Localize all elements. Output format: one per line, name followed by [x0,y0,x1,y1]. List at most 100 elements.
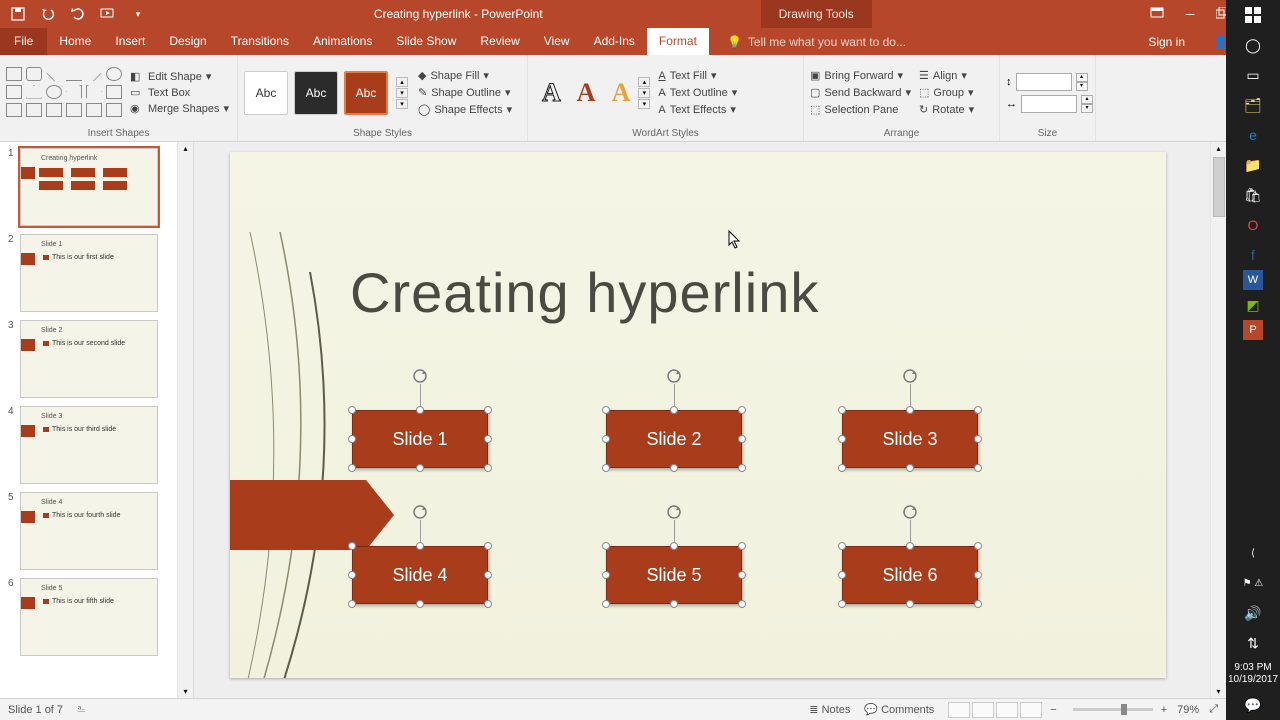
facebook-icon[interactable]: f [1226,240,1280,270]
slideshow-view-button[interactable] [1020,702,1042,718]
edit-shape-button[interactable]: ◧Edit Shape ▾ [130,70,229,84]
thumbnail-row[interactable]: 5Slide 4This is our fourth slide [0,486,193,572]
shape-rect[interactable]: Slide 1 [352,410,488,468]
notes-button[interactable]: ≣ Notes [809,703,850,716]
height-input[interactable] [1016,73,1072,91]
tab-home[interactable]: Home [47,28,103,55]
thumbnail[interactable]: Slide 4This is our fourth slide [20,492,158,570]
scroll-down-icon[interactable]: ▾ [181,685,189,698]
thumbnail[interactable]: Slide 2This is our second slide [20,320,158,398]
scroll-up-icon[interactable]: ▴ [181,142,189,155]
show-hidden-icon[interactable]: ⟨ [1226,538,1280,568]
slide-shape[interactable]: Slide 4 [352,546,488,604]
scroll-down-icon[interactable]: ▾ [1214,685,1222,698]
zoom-level[interactable]: 79% [1177,704,1199,716]
task-view-icon[interactable]: ▭ [1226,60,1280,90]
rotate-handle[interactable] [666,368,682,384]
undo-icon[interactable] [40,6,56,22]
qat-more-icon[interactable]: ▾ [130,6,146,22]
spin-down-icon[interactable]: ▾ [1081,104,1093,113]
canvas-scrollbar[interactable]: ▴ ▾ [1210,142,1226,698]
file-explorer-icon[interactable]: 🗂 [1226,90,1280,120]
scroll-up-icon[interactable]: ▴ [1214,142,1222,155]
thumbnail-row[interactable]: 4Slide 3This is our third slide [0,400,193,486]
sorter-view-button[interactable] [972,702,994,718]
slide-canvas[interactable]: Creating hyperlink Slide 1Slide 2Slide 3… [230,152,1166,678]
gallery-down-icon[interactable]: ▾ [638,88,650,98]
reading-view-button[interactable] [996,702,1018,718]
volume-icon[interactable]: 🔊 [1226,598,1280,628]
gallery-down-icon[interactable]: ▾ [396,88,408,98]
text-fill-button[interactable]: AText Fill ▾ [658,67,737,84]
slide-shape[interactable]: Slide 2 [606,410,742,468]
shape-outline-button[interactable]: ✎Shape Outline ▾ [418,84,512,101]
wordart-style-2[interactable]: A [569,74,604,112]
spellcheck-icon[interactable]: ⎁ [77,703,86,716]
shapes-gallery[interactable] [6,67,124,119]
selection-pane-button[interactable]: ⬚Selection Pane [810,101,911,118]
signin-button[interactable]: Sign in [1134,35,1199,49]
save-icon[interactable] [10,6,26,22]
thumbnail[interactable]: Slide 3This is our third slide [20,406,158,484]
wordart-style-1[interactable]: A [534,74,569,112]
thumbnail[interactable]: Creating hyperlink [20,148,158,226]
shape-rect[interactable]: Slide 2 [606,410,742,468]
start-icon[interactable] [1226,0,1280,30]
tab-insert[interactable]: Insert [103,28,157,55]
thumbnail-row[interactable]: 6Slide 5This is our fifth slide [0,572,193,658]
rotate-handle[interactable] [666,504,682,520]
explorer-folder-icon[interactable]: 📁 [1226,150,1280,180]
tab-slide-show[interactable]: Slide Show [384,28,468,55]
thumbnail[interactable]: Slide 1This is our first slide [20,234,158,312]
rotate-handle[interactable] [412,368,428,384]
text-effects-button[interactable]: AText Effects ▾ [658,101,737,118]
slide-shape[interactable]: Slide 3 [842,410,978,468]
tab-file[interactable]: File [0,28,47,55]
start-from-beginning-icon[interactable] [100,6,116,22]
wordart-style-3[interactable]: A [604,74,639,112]
tab-design[interactable]: Design [157,28,218,55]
spin-down-icon[interactable]: ▾ [1076,82,1088,91]
bring-forward-button[interactable]: ▣Bring Forward ▾ [810,67,911,84]
app-icon[interactable]: ◩ [1226,290,1280,320]
powerpoint-icon[interactable]: P [1243,320,1263,340]
scroll-thumb[interactable] [1213,157,1225,217]
spin-up-icon[interactable]: ▴ [1081,95,1093,104]
tab-transitions[interactable]: Transitions [219,28,301,55]
word-icon[interactable]: W [1243,270,1263,290]
tab-format[interactable]: Format [647,28,709,55]
style-swatch-1[interactable]: Abc [244,71,288,115]
align-button[interactable]: ☰Align ▾ [919,67,974,84]
gallery-up-icon[interactable]: ▴ [396,77,408,87]
tray-icons[interactable]: ⚑ ⚠ [1226,568,1280,598]
send-backward-button[interactable]: ▢Send Backward ▾ [810,84,911,101]
minimize-icon[interactable]: ─ [1186,7,1195,21]
rotate-handle[interactable] [902,504,918,520]
store-icon[interactable]: 🛍 [1226,180,1280,210]
spin-up-icon[interactable]: ▴ [1076,73,1088,82]
slide-shape[interactable]: Slide 6 [842,546,978,604]
width-input[interactable] [1021,95,1077,113]
rotate-handle[interactable] [902,368,918,384]
style-swatch-3[interactable]: Abc [344,71,388,115]
slide-shape[interactable]: Slide 5 [606,546,742,604]
gallery-more-icon[interactable]: ▾ [396,99,408,109]
thumbnail-row[interactable]: 3Slide 2This is our second slide [0,314,193,400]
tell-me[interactable]: 💡Tell me what you want to do... [709,35,1134,49]
comments-button[interactable]: 💬 Comments [864,703,934,716]
gallery-more-icon[interactable]: ▾ [638,99,650,109]
tab-review[interactable]: Review [468,28,531,55]
zoom-out-button[interactable]: − [1050,704,1056,716]
action-center-icon[interactable]: 💬 [1226,690,1280,720]
zoom-slider[interactable] [1073,708,1153,711]
thumbnail-row[interactable]: 2Slide 1This is our first slide [0,228,193,314]
shape-rect[interactable]: Slide 6 [842,546,978,604]
gallery-up-icon[interactable]: ▴ [638,77,650,87]
tab-add-ins[interactable]: Add-Ins [582,28,647,55]
text-box-button[interactable]: ▭Text Box [130,86,229,100]
cortana-icon[interactable]: ◯ [1226,30,1280,60]
shape-fill-button[interactable]: ◆Shape Fill ▾ [418,67,512,84]
rotate-handle[interactable] [412,504,428,520]
text-outline-button[interactable]: AText Outline ▾ [658,84,737,101]
edge-icon[interactable]: e [1226,120,1280,150]
